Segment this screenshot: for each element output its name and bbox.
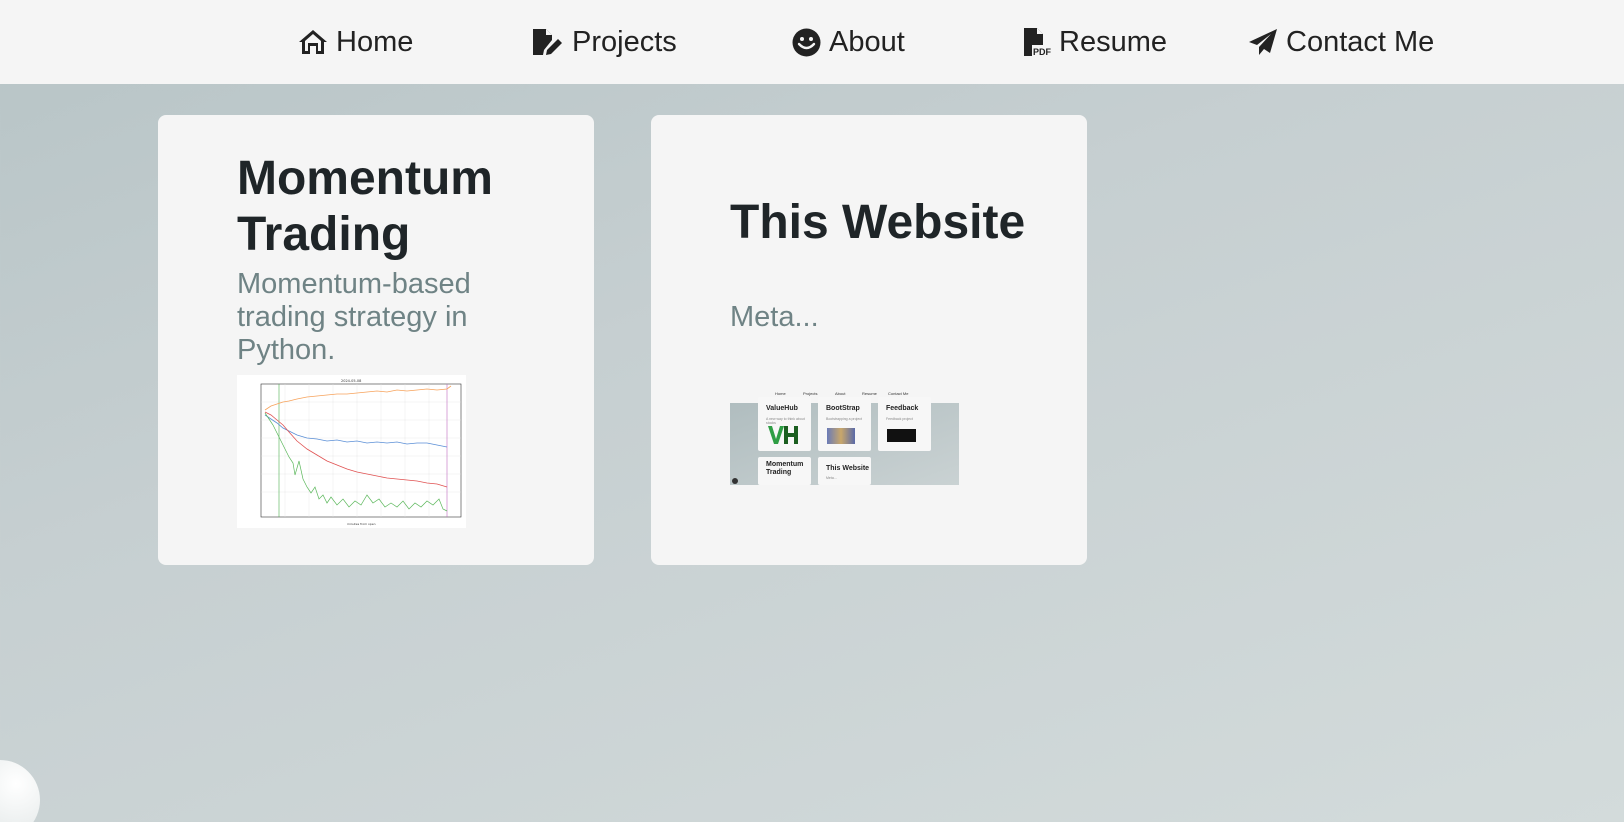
decorative-blob (0, 760, 40, 822)
card-description: Meta... (730, 301, 819, 333)
valuehub-logo (768, 426, 798, 444)
mini-nav-item: Home (775, 391, 786, 396)
mini-card-title: Feedback (886, 405, 919, 412)
file-pdf-icon: PDF (1024, 28, 1051, 57)
nav-about[interactable]: About (792, 0, 905, 84)
house-icon (299, 30, 327, 54)
card-title: This Website (730, 196, 1026, 249)
mini-card-title: BootStrap (826, 405, 860, 412)
svg-text:PDF: PDF (1033, 47, 1051, 57)
mini-corner-dot (732, 478, 738, 484)
nav-projects[interactable]: Projects (532, 0, 677, 84)
momentum-chart-thumbnail: 2024-05-08 minutes from open (237, 375, 466, 528)
nav-home[interactable]: Home (298, 0, 413, 84)
mini-card-desc: A new way to think about stocks (766, 417, 805, 425)
bootstrap-image (827, 428, 855, 444)
smile-icon (792, 28, 821, 56)
file-pen-icon (533, 29, 562, 55)
card-title: Momentum Trading (237, 151, 493, 263)
mini-nav-item: About (835, 391, 846, 396)
card-title-line: Momentum (237, 152, 493, 205)
mini-card: ValueHub A new way to think about stocks (758, 397, 811, 451)
mini-card: Feedback Feedback project (878, 397, 931, 451)
mini-card: BootStrap Bootstrapping a project (818, 397, 871, 451)
svg-text:minutes from open: minutes from open (347, 522, 376, 526)
card-description: Momentum-based trading strategy in Pytho… (237, 268, 471, 367)
nav-contact[interactable]: Contact Me (1248, 0, 1434, 84)
nav-home-label: Home (336, 25, 414, 58)
card-desc-line: Momentum-based (237, 268, 471, 300)
mini-card-desc: Feedback project (886, 417, 913, 421)
nav-resume-label: Resume (1059, 25, 1167, 58)
nav-resume[interactable]: PDF Resume (1023, 0, 1167, 84)
card-title-line: Trading (237, 208, 411, 261)
mini-card: Momentum Trading (758, 457, 811, 485)
card-desc-line: trading strategy in (237, 301, 468, 333)
mini-card: This Website Meta... (818, 457, 871, 485)
top-navbar: Home Projects About PDF Resume Contact M… (0, 0, 1624, 84)
nav-contact-label: Contact Me (1286, 25, 1435, 58)
nav-projects-label: Projects (572, 25, 677, 58)
project-card-momentum[interactable]: Momentum Trading Momentum-based trading … (158, 115, 594, 565)
mini-nav-item: Resume (862, 391, 877, 396)
mini-card-title: Momentum Trading (766, 461, 804, 476)
project-card-website[interactable]: This Website Meta... Home Projects About… (651, 115, 1087, 565)
mini-card-title: ValueHub (766, 405, 798, 412)
mini-nav-item: Contact Me (888, 391, 909, 396)
svg-text:2024-05-08: 2024-05-08 (341, 379, 361, 383)
card-desc-line: Python. (237, 334, 336, 366)
mini-card-desc: Bootstrapping a project (826, 417, 862, 421)
paper-plane-icon (1249, 29, 1277, 55)
mini-nav-item: Projects (803, 391, 818, 396)
nav-about-label: About (829, 25, 905, 58)
website-screenshot-thumbnail: Home Projects About Resume Contact Me Va… (730, 383, 959, 485)
mini-card-desc: Meta... (826, 476, 837, 480)
feedback-image (887, 429, 916, 442)
mini-card-title: This Website (826, 465, 870, 472)
